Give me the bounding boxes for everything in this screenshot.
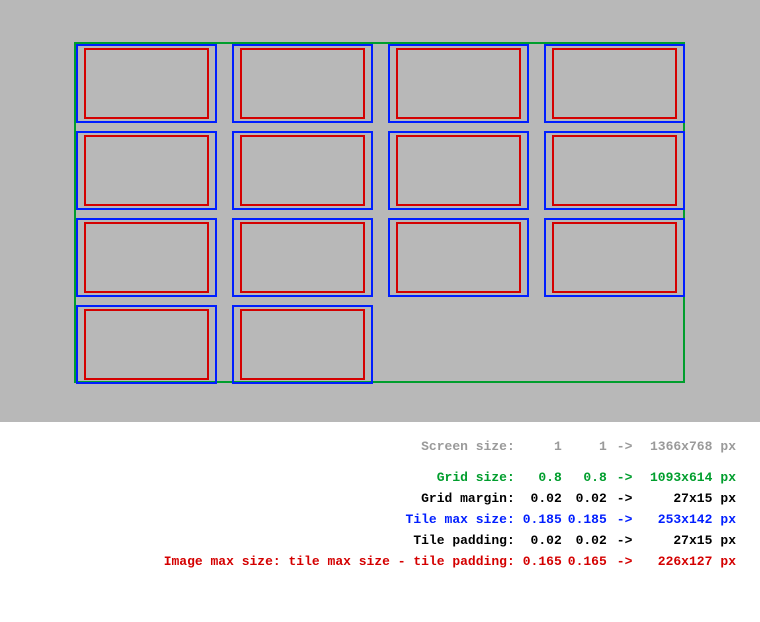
legend-arrow: ->	[613, 509, 637, 530]
legend-arrow: ->	[613, 530, 637, 551]
legend-v1: 1	[519, 436, 564, 457]
legend-v2: 0.02	[564, 530, 613, 551]
legend-label: Image max size: tile max size - tile pad…	[160, 551, 519, 572]
image-outline	[240, 135, 365, 206]
image-outline	[396, 222, 521, 293]
image-outline	[84, 309, 209, 380]
legend-v1: 0.02	[519, 488, 564, 509]
legend-px: 1093x614	[636, 467, 716, 488]
legend-label: Screen size:	[160, 436, 519, 457]
legend-unit: px	[716, 509, 740, 530]
legend-row	[160, 457, 740, 467]
legend: Screen size:11->1366x768pxGrid size:0.80…	[0, 436, 760, 572]
image-outline	[84, 135, 209, 206]
legend-row: Screen size:11->1366x768px	[160, 436, 740, 457]
legend-label: Grid margin:	[160, 488, 519, 509]
legend-v2: 0.185	[564, 509, 613, 530]
image-outline	[240, 48, 365, 119]
legend-v2: 0.165	[564, 551, 613, 572]
image-outline	[552, 48, 677, 119]
legend-px: 1366x768	[636, 436, 716, 457]
legend-unit: px	[716, 530, 740, 551]
legend-label: Tile padding:	[160, 530, 519, 551]
image-outline	[396, 48, 521, 119]
image-outline	[84, 222, 209, 293]
legend-v1: 0.185	[519, 509, 564, 530]
legend-unit: px	[716, 488, 740, 509]
diagram-canvas	[0, 0, 760, 422]
legend-v2: 0.02	[564, 488, 613, 509]
legend-row: Tile max size:0.1850.185->253x142px	[160, 509, 740, 530]
legend-v2: 1	[564, 436, 613, 457]
image-outline	[240, 222, 365, 293]
image-outline	[84, 48, 209, 119]
image-outline	[552, 222, 677, 293]
legend-unit: px	[716, 551, 740, 572]
legend-v1: 0.165	[519, 551, 564, 572]
legend-px: 253x142	[636, 509, 716, 530]
legend-arrow: ->	[613, 467, 637, 488]
legend-row: Image max size: tile max size - tile pad…	[160, 551, 740, 572]
legend-v1: 0.02	[519, 530, 564, 551]
legend-label: Grid size:	[160, 467, 519, 488]
legend-row: Grid size:0.80.8->1093x614px	[160, 467, 740, 488]
image-outline	[552, 135, 677, 206]
legend-arrow: ->	[613, 488, 637, 509]
legend-v2: 0.8	[564, 467, 613, 488]
legend-px: 226x127	[636, 551, 716, 572]
legend-arrow: ->	[613, 436, 637, 457]
legend-arrow: ->	[613, 551, 637, 572]
legend-table: Screen size:11->1366x768pxGrid size:0.80…	[160, 436, 740, 572]
image-outline	[396, 135, 521, 206]
legend-unit: px	[716, 436, 740, 457]
legend-px: 27x15	[636, 530, 716, 551]
legend-unit: px	[716, 467, 740, 488]
legend-row: Tile padding:0.020.02->27x15px	[160, 530, 740, 551]
legend-v1: 0.8	[519, 467, 564, 488]
image-outline	[240, 309, 365, 380]
legend-label: Tile max size:	[160, 509, 519, 530]
legend-row: Grid margin:0.020.02->27x15px	[160, 488, 740, 509]
legend-px: 27x15	[636, 488, 716, 509]
